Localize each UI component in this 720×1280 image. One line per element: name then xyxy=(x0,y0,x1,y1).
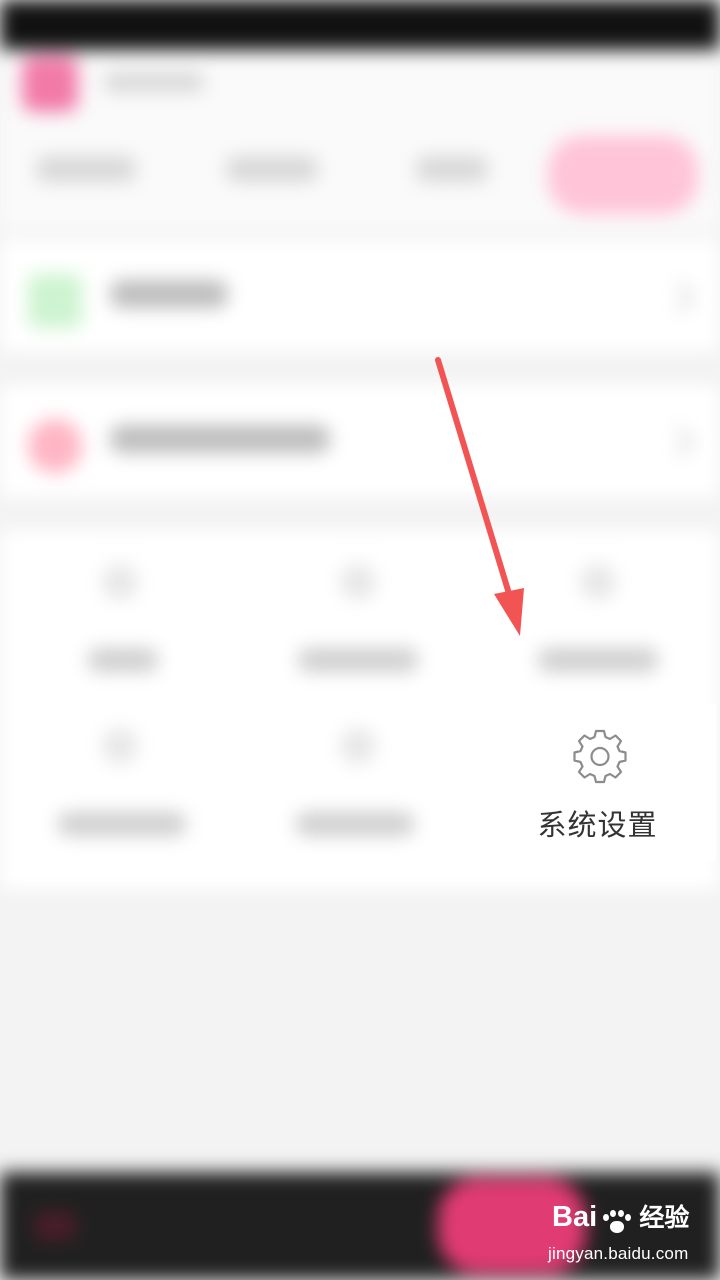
system-settings-item[interactable]: 系统设置 xyxy=(479,705,716,860)
grid-item-icon xyxy=(580,564,616,600)
gear-icon xyxy=(571,727,629,785)
list-card-icon xyxy=(28,419,82,473)
grid-item-label-placeholder xyxy=(298,648,418,672)
grid-item-label-placeholder xyxy=(88,648,158,672)
system-settings-label: 系统设置 xyxy=(537,808,658,842)
list-card-icon xyxy=(28,274,82,328)
list-card-text-placeholder xyxy=(110,280,228,308)
chevron-right-icon xyxy=(663,426,695,458)
watermark-brand: Bai 经验 xyxy=(552,1195,720,1239)
grid-item-label-placeholder xyxy=(538,648,658,672)
arrow-icon xyxy=(435,357,524,636)
blurred-background-app xyxy=(0,0,720,1280)
grid-item-icon xyxy=(102,564,138,600)
list-card xyxy=(0,385,720,497)
grid-item-icon xyxy=(340,728,376,764)
header-menu-placeholder xyxy=(226,156,318,182)
list-card xyxy=(0,240,720,352)
header-menu-placeholder xyxy=(416,156,488,182)
header-accent-button xyxy=(548,136,698,214)
grid-item-label-placeholder xyxy=(296,812,414,836)
bottom-nav-item-placeholder xyxy=(34,1212,76,1240)
watermark-url: jingyan.baidu.com xyxy=(548,1244,689,1263)
app-logo xyxy=(22,56,78,112)
screenshot-page: 系统设置 Bai 经验 jingyan.baidu.com xyxy=(0,0,720,1280)
header-menu-placeholder xyxy=(36,156,136,182)
baidu-jingyan-watermark: Bai 经验 jingyan.baidu.com xyxy=(548,1195,720,1275)
list-card-text-placeholder xyxy=(110,425,330,453)
grid-item-icon xyxy=(340,564,376,600)
chevron-right-icon xyxy=(663,281,695,313)
watermark-brand-suffix: 经验 xyxy=(639,1203,690,1232)
grid-item-icon xyxy=(102,728,138,764)
grid-item-label-placeholder xyxy=(58,812,186,836)
status-bar xyxy=(0,0,720,50)
watermark-brand-prefix: Bai xyxy=(552,1201,598,1233)
paw-icon xyxy=(603,1209,632,1234)
app-name-placeholder xyxy=(104,72,204,92)
